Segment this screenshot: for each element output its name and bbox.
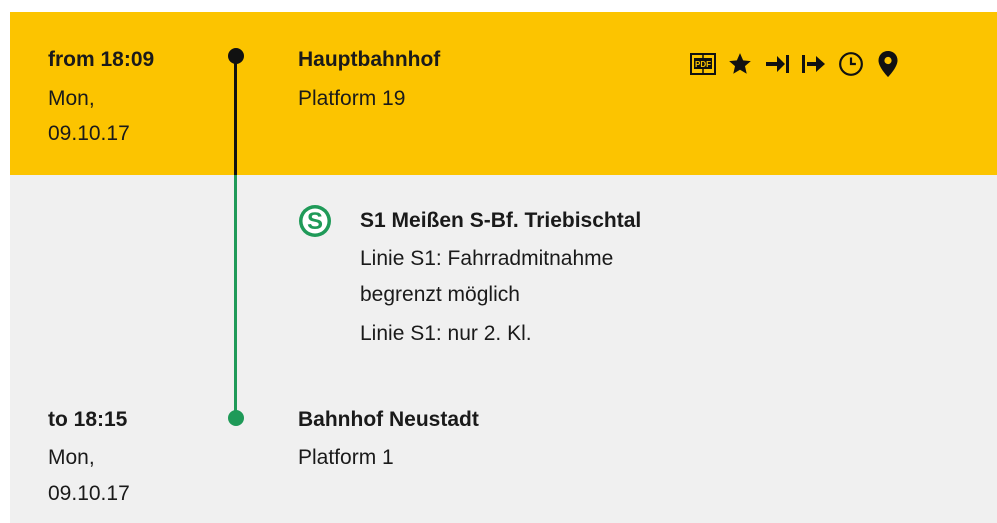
train-note: Linie S1: Fahrradmitnahme: [360, 247, 614, 270]
departure-stop-dot: [228, 48, 244, 64]
sbahn-logo-letter: S: [307, 208, 323, 235]
arrival-station: Bahnhof Neustadt: [298, 408, 479, 431]
departure-platform: Platform 19: [298, 87, 406, 110]
pdf-icon[interactable]: PDF: [688, 49, 718, 79]
star-icon[interactable]: [725, 49, 755, 79]
route-line-train: [234, 175, 237, 418]
arrow-from-bar-icon[interactable]: [799, 49, 829, 79]
location-pin-icon[interactable]: [873, 49, 903, 79]
arrival-stop-dot: [228, 410, 244, 426]
arrival-day: Mon,: [48, 446, 95, 469]
arrow-to-bar-icon[interactable]: [762, 49, 792, 79]
train-title: S1 Meißen S-Bf. Triebischtal: [360, 209, 642, 232]
train-note: begrenzt möglich: [360, 283, 520, 306]
arrival-date: 09.10.17: [48, 482, 130, 505]
svg-text:PDF: PDF: [695, 60, 711, 69]
departure-day: Mon,: [48, 87, 95, 110]
departure-date: 09.10.17: [48, 122, 130, 145]
connection-card: from 18:09 Mon, 09.10.17 Hauptbahnhof Pl…: [10, 12, 997, 523]
route-line-departure: [234, 56, 237, 177]
sbahn-logo-icon: S: [298, 204, 332, 238]
train-note: Linie S1: nur 2. Kl.: [360, 322, 532, 345]
clock-icon[interactable]: [836, 49, 866, 79]
action-toolbar: PDF: [688, 48, 903, 80]
departure-time: from 18:09: [48, 48, 155, 71]
arrival-time: to 18:15: [48, 408, 128, 431]
departure-section: from 18:09 Mon, 09.10.17 Hauptbahnhof Pl…: [10, 12, 997, 175]
arrival-platform: Platform 1: [298, 446, 394, 469]
departure-station: Hauptbahnhof: [298, 48, 441, 71]
